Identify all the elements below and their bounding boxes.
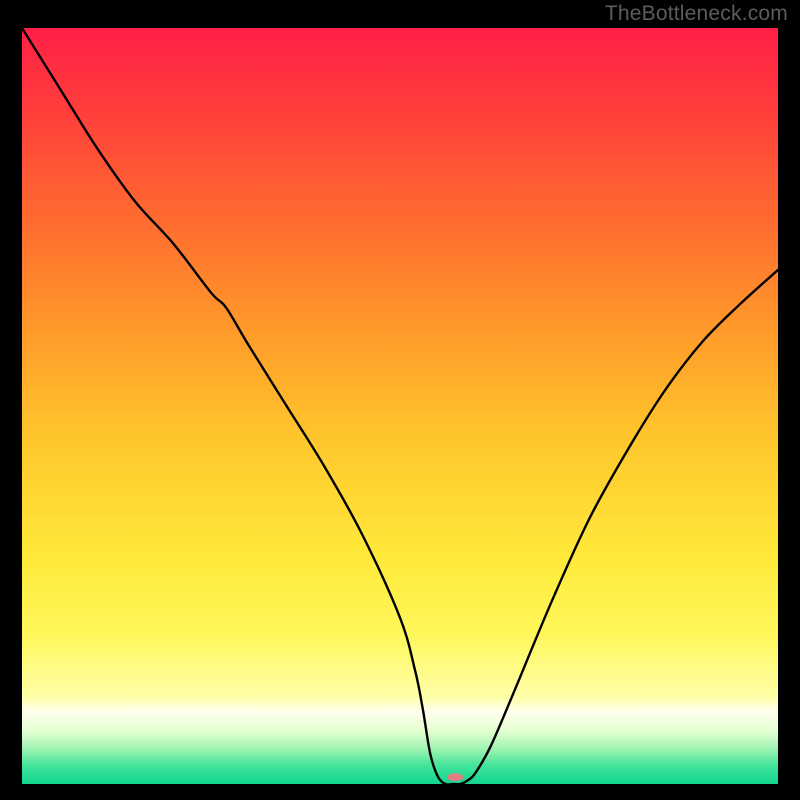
plot-area — [22, 28, 778, 784]
bottleneck-chart — [22, 28, 778, 784]
gradient-background — [22, 28, 778, 784]
chart-frame: TheBottleneck.com — [0, 0, 800, 800]
optimum-marker — [447, 773, 463, 781]
watermark-text: TheBottleneck.com — [605, 2, 788, 26]
